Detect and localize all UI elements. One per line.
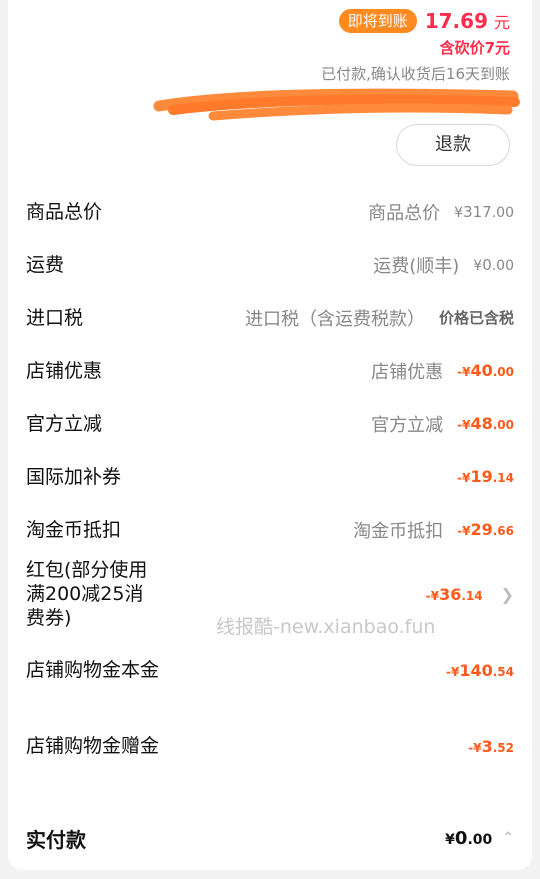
row-amount: -¥3.52 [468, 736, 514, 756]
row-shop-gold-bonus: 店铺购物金赠金 -¥3.52 [8, 708, 532, 784]
row-amount: -¥36.14 [425, 584, 483, 604]
status-badge: 即将到账 [338, 9, 417, 33]
row-import-tax: 进口税 进口税（含运费税款） 价格已含税 [8, 291, 532, 344]
total-label: 实付款 [26, 827, 86, 852]
row-amount: ¥317.00 [454, 202, 514, 221]
row-taojinbi: 淘金币抵扣 淘金币抵扣 -¥29.66 [8, 503, 532, 556]
row-desc: 商品总价 [368, 202, 441, 224]
row-label: 进口税 [26, 306, 84, 329]
row-amount: -¥40.00 [457, 361, 514, 380]
row-desc: 运费(顺丰) [373, 255, 460, 277]
row-label: 红包(部分使用满200减25消费券) [26, 559, 148, 629]
row-amount: ¥0.00 [473, 255, 514, 274]
watermark: 线报酷-new.xianbao.fun [216, 616, 436, 638]
cut-price-note: 含砍价7元 [439, 39, 510, 57]
row-intl-coupon: 国际加补券 -¥19.14 [8, 450, 532, 503]
amount-unit: 元 [493, 13, 510, 32]
row-shop-discount: 店铺优惠 店铺优惠 -¥40.00 [8, 344, 532, 397]
price-breakdown: 商品总价 商品总价 ¥317.00 运费 运费(顺丰) ¥0.00 进口税 进口… [8, 185, 532, 784]
row-desc: 淘金币抵扣 [353, 520, 444, 542]
row-goods-total: 商品总价 商品总价 ¥317.00 [8, 185, 532, 238]
row-shop-gold-principal: 店铺购物金本金 -¥140.54 [8, 632, 532, 708]
row-label: 运费 [26, 253, 65, 276]
row-label: 淘金币抵扣 [26, 518, 122, 541]
row-label: 官方立减 [26, 412, 103, 435]
row-amount: -¥140.54 [445, 660, 514, 680]
settlement-amount: 17.69 元 [425, 9, 510, 33]
amount-value: 17.69 [424, 9, 488, 33]
redaction-scribble [153, 88, 520, 121]
settlement-header: 即将到账 17.69 元 [338, 8, 510, 34]
row-label: 商品总价 [26, 200, 103, 223]
tax-included-note: 价格已含税 [438, 309, 514, 327]
row-shipping: 运费 运费(顺丰) ¥0.00 [8, 238, 532, 291]
row-label: 国际加补券 [26, 465, 122, 488]
row-amount: -¥29.66 [457, 520, 514, 539]
chevron-right-icon[interactable]: ❯ [501, 585, 514, 604]
total-amount: ¥0.00 ⌃ [445, 827, 514, 849]
row-desc: 官方立减 [371, 414, 444, 436]
row-label: 店铺购物金赠金 [26, 735, 160, 757]
row-desc: 店铺优惠 [371, 361, 444, 383]
row-label: 店铺优惠 [26, 359, 103, 382]
row-label: 店铺购物金本金 [26, 659, 160, 681]
order-detail-card: 即将到账 17.69 元 含砍价7元 已付款,确认收货后16天到账 退款 商品总价… [8, 0, 532, 870]
row-desc: 进口税（含运费税款） [244, 308, 425, 330]
total-paid-row[interactable]: 实付款 ¥0.00 ⌃ [8, 812, 532, 864]
refund-button[interactable]: 退款 [396, 124, 510, 166]
row-amount: -¥19.14 [457, 467, 514, 486]
row-official-discount: 官方立减 官方立减 -¥48.00 [8, 397, 532, 450]
settlement-note: 已付款,确认收货后16天到账 [321, 65, 510, 83]
row-amount: -¥48.00 [457, 414, 514, 433]
chevron-up-icon[interactable]: ⌃ [502, 830, 514, 846]
